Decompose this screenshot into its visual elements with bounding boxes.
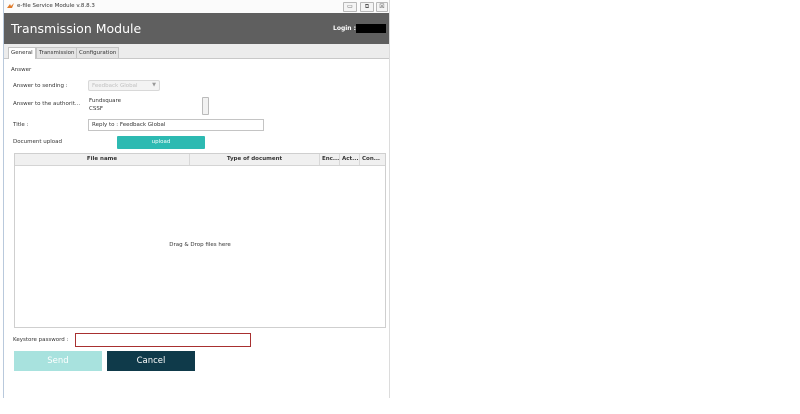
login-label: Login :	[333, 25, 357, 32]
authorities-list: Fundsquare CSSF	[89, 97, 121, 113]
page-title: Transmission Module	[11, 21, 142, 36]
keystore-password-input[interactable]	[75, 333, 251, 347]
app-logo-icon	[7, 3, 14, 8]
minimize-icon[interactable]: ▭	[343, 2, 357, 12]
cancel-button[interactable]: Cancel	[107, 351, 195, 371]
redacted-username	[356, 24, 386, 33]
answer-to-sending-select[interactable]: Feedback Global ▼	[88, 80, 160, 91]
list-item[interactable]: Fundsquare	[89, 97, 121, 105]
drop-zone-text: Drag & Drop files here	[169, 242, 231, 248]
answer-to-sending-label: Answer to sending :	[13, 83, 68, 89]
app-header: Transmission Module Login :	[4, 13, 389, 44]
send-button[interactable]: Send	[14, 351, 102, 371]
upload-label: Document upload	[13, 139, 62, 145]
upload-button[interactable]: upload	[117, 136, 205, 149]
close-icon[interactable]: ☒	[376, 2, 388, 12]
authorities-scrollbar[interactable]	[202, 97, 209, 115]
title-input[interactable]: Reply to : Feedback Global	[88, 119, 264, 131]
column-encrypted[interactable]: Enc...	[320, 154, 340, 165]
column-action[interactable]: Act...	[340, 154, 360, 165]
table-header: File name Type of document Enc... Act...…	[15, 154, 385, 166]
tab-configuration[interactable]: Configuration	[76, 47, 120, 58]
maximize-icon[interactable]: ⧉	[360, 2, 374, 12]
answer-authorities-label: Answer to the authorit...	[13, 101, 81, 107]
chevron-down-icon: ▼	[152, 82, 156, 88]
title-label: Title :	[13, 122, 29, 128]
column-content[interactable]: Con...	[360, 154, 385, 165]
window-titlebar: e-file Service Module v.8.8.3 ▭ ⧉ ☒	[4, 0, 389, 14]
window-title: e-file Service Module v.8.8.3	[17, 3, 95, 9]
app-window: e-file Service Module v.8.8.3 ▭ ⧉ ☒ Tran…	[3, 0, 390, 398]
answer-to-sending-value: Feedback Global	[92, 83, 138, 89]
column-type-of-document[interactable]: Type of document	[190, 154, 320, 165]
section-title: Answer	[11, 67, 32, 73]
tab-general[interactable]: General	[8, 47, 36, 59]
list-item[interactable]: CSSF	[89, 105, 121, 113]
column-file-name[interactable]: File name	[15, 154, 190, 165]
keystore-password-label: Keystore password :	[13, 337, 69, 343]
documents-table: File name Type of document Enc... Act...…	[14, 153, 386, 328]
tab-bar: General Transmission Configuration	[4, 44, 389, 59]
tab-transmission[interactable]: Transmission	[36, 47, 78, 58]
